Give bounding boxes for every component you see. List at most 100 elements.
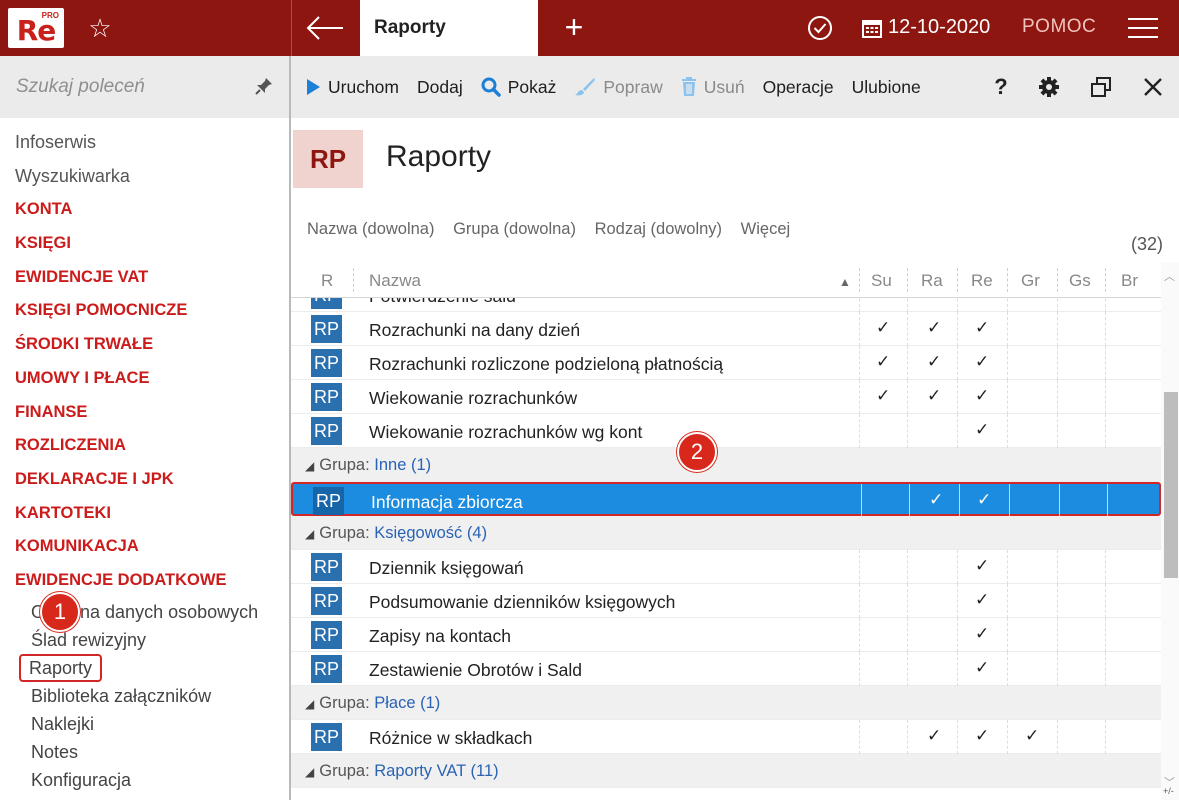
- collapse-triangle-icon[interactable]: ◢: [305, 765, 314, 779]
- filter-name[interactable]: Nazwa (dowolna): [307, 220, 434, 238]
- tab-raporty[interactable]: Raporty: [360, 0, 538, 56]
- cell-separator: [1107, 484, 1108, 518]
- sidebar-item-infoserwis[interactable]: Infoserwis: [0, 126, 289, 160]
- sidebar-section-kartoteki[interactable]: KARTOTEKI: [0, 497, 289, 531]
- sidebar-item-wyszukiwarka[interactable]: Wyszukiwarka: [0, 160, 289, 194]
- table-row[interactable]: RP Dziennik księgowań ✓: [291, 550, 1161, 584]
- settings-gear-icon[interactable]: [1035, 73, 1063, 101]
- cell-separator: [1105, 414, 1106, 448]
- sidebar-section-ewidencje-vat[interactable]: EWIDENCJE VAT: [0, 261, 289, 295]
- sidebar-section-ksiegi[interactable]: KSIĘGI: [0, 227, 289, 261]
- cell-separator: [957, 550, 958, 584]
- sort-asc-icon[interactable]: ▲: [839, 275, 851, 289]
- table-row[interactable]: RP Różnice w składkach ✓ ✓ ✓: [291, 720, 1161, 754]
- report-name: Dziennik księgowań: [369, 558, 524, 578]
- collapse-triangle-icon[interactable]: ◢: [305, 697, 314, 711]
- table-row[interactable]: RP Wiekowanie rozrachunków ✓ ✓ ✓: [291, 380, 1161, 414]
- column-header-gr[interactable]: Gr: [1021, 271, 1040, 291]
- sidebar-subitem-raporty[interactable]: Raporty: [0, 653, 289, 682]
- sidebar-subitem-notes[interactable]: Notes: [0, 738, 289, 766]
- expand-collapse-toggle[interactable]: +/-: [1163, 786, 1174, 796]
- new-tab-plus-icon[interactable]: +: [556, 10, 592, 46]
- hamburger-menu-icon[interactable]: [1128, 18, 1158, 40]
- delete-button[interactable]: Usuń: [681, 77, 745, 98]
- table-row[interactable]: RP Potwierdzenie sald: [291, 298, 1161, 312]
- column-separator: [1007, 268, 1008, 292]
- cell-separator: [861, 484, 862, 518]
- sidebar-subitem-konfiguracja[interactable]: Konfiguracja: [0, 766, 289, 794]
- close-icon[interactable]: [1139, 73, 1167, 101]
- column-header-r[interactable]: R: [321, 271, 333, 291]
- check-circle-icon[interactable]: [806, 14, 834, 42]
- scroll-up-icon[interactable]: ︿: [1164, 268, 1175, 284]
- sidebar-section-umowy-i-place[interactable]: UMOWY I PŁACE: [0, 362, 289, 396]
- cell-separator: [1007, 414, 1008, 448]
- edit-button[interactable]: Popraw: [574, 77, 663, 98]
- group-row-label: ◢ Grupa: Raporty VAT (11): [305, 762, 499, 781]
- reports-grid: RP Potwierdzenie sald RP Rozrachunki na dan…: [291, 298, 1161, 800]
- sidebar-section-ksiegi-pomocnicze[interactable]: KSIĘGI POMOCNICZE: [0, 294, 289, 328]
- sidebar-section-ewidencje-dodatkowe[interactable]: EWIDENCJE DODATKOWE: [0, 564, 289, 598]
- table-row[interactable]: RP Rozrachunki na dany dzień ✓ ✓ ✓: [291, 312, 1161, 346]
- add-button[interactable]: Dodaj: [417, 77, 463, 98]
- app-logo[interactable]: Re PRO: [8, 8, 64, 48]
- group-row[interactable]: ◢ Grupa: Raporty VAT (11): [291, 754, 1161, 788]
- page-header: RP Raporty: [291, 126, 1179, 196]
- column-separator: [1105, 268, 1106, 292]
- record-count: (32): [1130, 234, 1163, 254]
- sidebar-section-deklaracje-jpk[interactable]: DEKLARACJE I JPK: [0, 463, 289, 497]
- table-row[interactable]: RP Wiekowanie rozrachunków wg kont ✓: [291, 414, 1161, 448]
- group-row[interactable]: ◢ Grupa: Inne (1): [291, 448, 1161, 482]
- vertical-scrollbar[interactable]: ︿ ﹀: [1161, 262, 1179, 800]
- cell-separator: [1057, 652, 1058, 686]
- show-button[interactable]: Pokaż: [481, 77, 556, 98]
- group-row[interactable]: ◢ Grupa: Księgowość (4): [291, 516, 1161, 550]
- calendar-icon[interactable]: [862, 18, 882, 38]
- pin-icon[interactable]: [254, 76, 274, 96]
- check-mark-ra: ✓: [929, 490, 944, 509]
- sidebar-subitem-biblioteka[interactable]: Biblioteka załączników: [0, 682, 289, 710]
- group-row[interactable]: ◢ Grupa: Płace (1): [291, 686, 1161, 720]
- command-search-row: [0, 56, 289, 118]
- column-header-re[interactable]: Re: [971, 271, 993, 291]
- help-link[interactable]: POMOC: [1022, 16, 1096, 38]
- command-search-input[interactable]: [16, 74, 246, 100]
- column-header-nazwa[interactable]: Nazwa: [369, 271, 421, 291]
- table-row[interactable]: RP Zapisy na kontach ✓: [291, 618, 1161, 652]
- filter-group[interactable]: Grupa (dowolna): [453, 220, 576, 238]
- column-header-su[interactable]: Su: [871, 271, 892, 291]
- cell-separator: [1007, 312, 1008, 346]
- column-header-br[interactable]: Br: [1121, 271, 1138, 291]
- column-header-ra[interactable]: Ra: [921, 271, 943, 291]
- cell-separator: [907, 550, 908, 584]
- sidebar-subitem-slad-rewizyjny[interactable]: Ślad rewizyjny: [0, 626, 289, 654]
- sidebar-section-komunikacja[interactable]: KOMUNIKACJA: [0, 530, 289, 564]
- help-question-icon[interactable]: ?: [987, 73, 1015, 101]
- cell-separator: [907, 346, 908, 380]
- operations-button[interactable]: Operacje: [763, 77, 834, 98]
- current-date[interactable]: 12-10-2020: [888, 16, 990, 39]
- filter-more[interactable]: Więcej: [741, 220, 791, 238]
- new-window-icon[interactable]: [1087, 73, 1115, 101]
- favorites-button[interactable]: Ulubione: [852, 77, 921, 98]
- sidebar-section-srodki-trwale[interactable]: ŚRODKI TRWAŁE: [0, 328, 289, 362]
- sidebar-subitem-naklejki[interactable]: Naklejki: [0, 710, 289, 738]
- cell-separator: [957, 380, 958, 414]
- sidebar-section-rozliczenia[interactable]: ROZLICZENIA: [0, 429, 289, 463]
- scroll-thumb[interactable]: [1164, 392, 1178, 578]
- back-arrow-icon[interactable]: [303, 10, 347, 46]
- favorites-star-icon[interactable]: ☆: [84, 12, 116, 44]
- collapse-triangle-icon[interactable]: ◢: [305, 459, 314, 473]
- collapse-triangle-icon[interactable]: ◢: [305, 527, 314, 541]
- table-row[interactable]: RP Podsumowanie dzienników księgowych ✓: [291, 584, 1161, 618]
- column-header-gs[interactable]: Gs: [1069, 271, 1091, 291]
- sidebar-section-konta[interactable]: KONTA: [0, 193, 289, 227]
- run-button[interactable]: Uruchom: [305, 77, 399, 98]
- table-row[interactable]: RP Rozrachunki rozliczone podzieloną płat…: [291, 346, 1161, 380]
- column-separator: [907, 268, 908, 292]
- filter-kind[interactable]: Rodzaj (dowolny): [595, 220, 722, 238]
- check-mark-su: ✓: [876, 386, 891, 405]
- table-row[interactable]: RP Informacja zbiorcza ✓ ✓: [291, 482, 1161, 518]
- sidebar-section-finanse[interactable]: FINANSE: [0, 396, 289, 430]
- table-row[interactable]: RP Zestawienie Obrotów i Sald ✓: [291, 652, 1161, 686]
